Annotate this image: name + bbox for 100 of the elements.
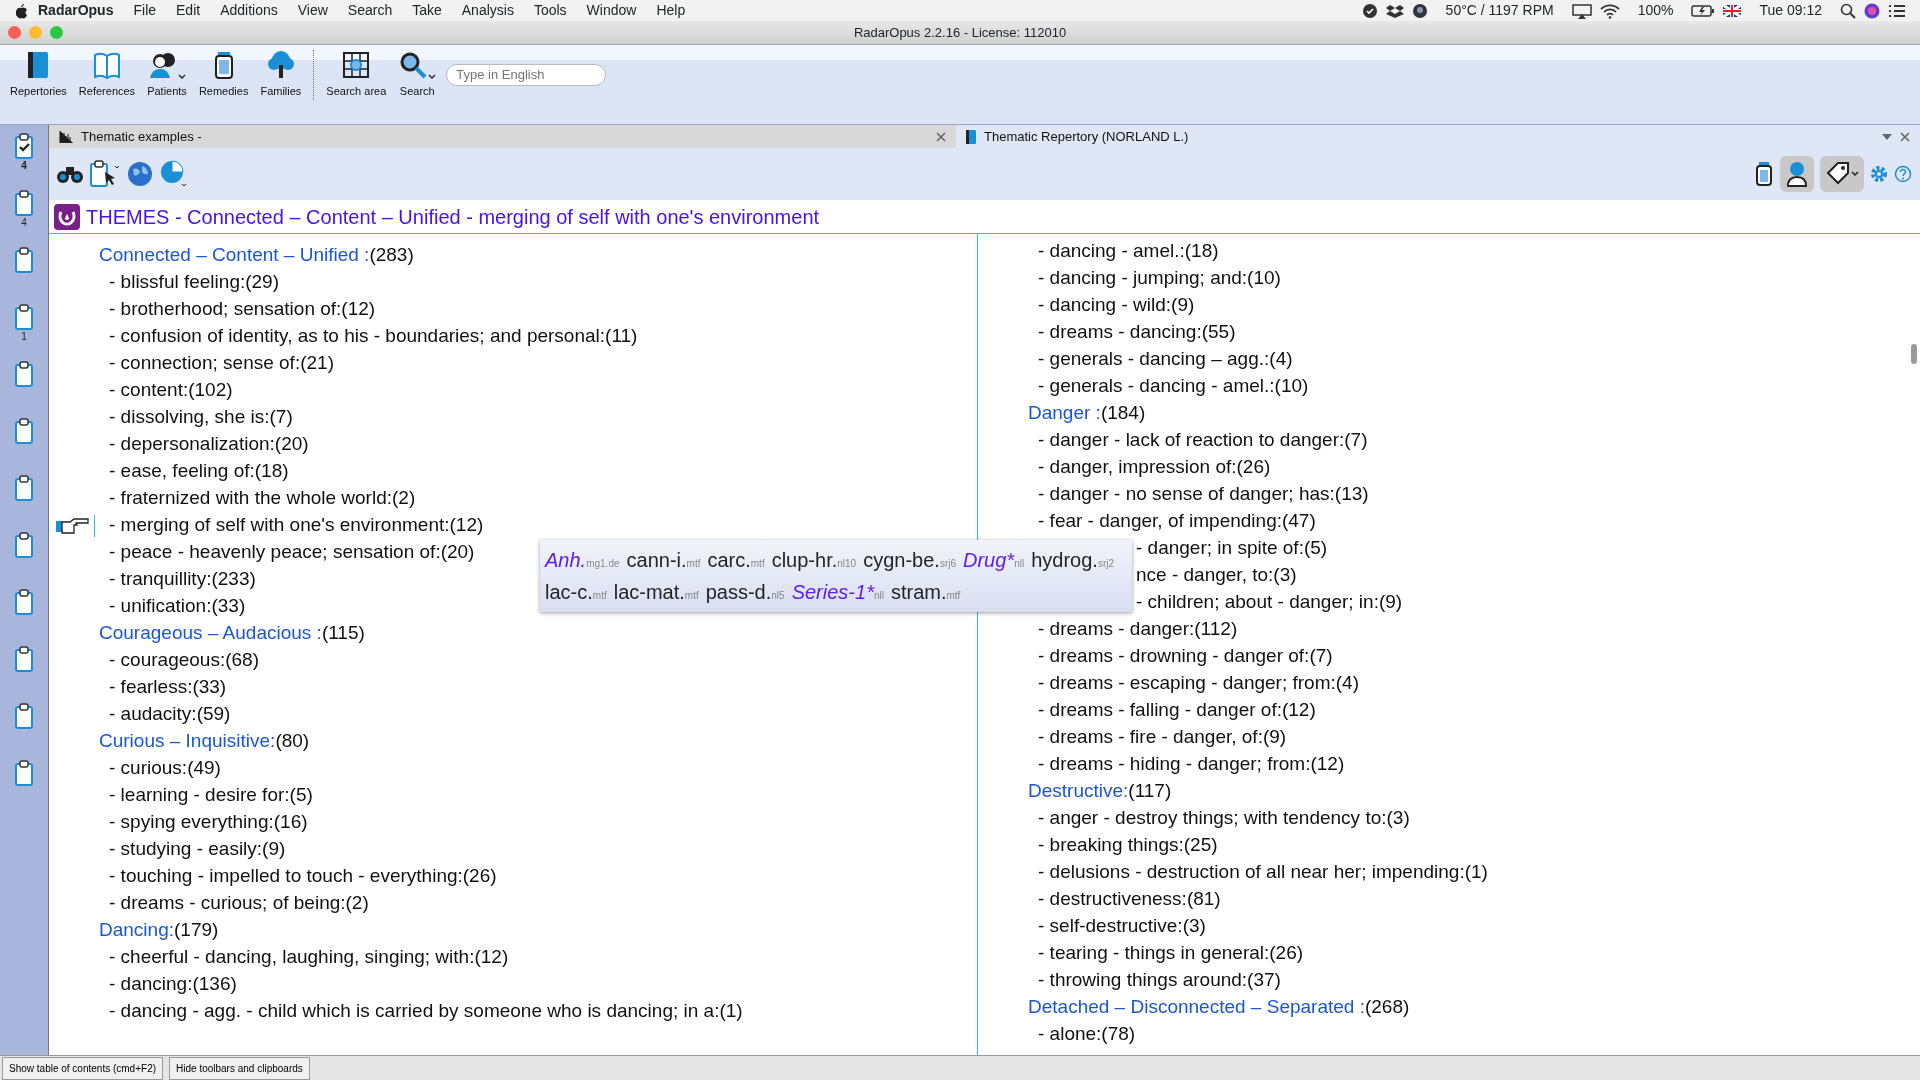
toolbar-button[interactable]: Repertories (4, 45, 73, 104)
menu-item[interactable]: Window (576, 0, 647, 21)
rubric[interactable]: - dreams - danger:(112) (1038, 615, 1238, 644)
remedy-entry[interactable]: cygn-be.srj6 (863, 545, 956, 575)
clipboard-icon[interactable] (14, 532, 34, 559)
rubric[interactable]: - fearless:(33) (109, 673, 227, 702)
rubric[interactable]: - dreams - falling - danger of:(12) (1038, 696, 1316, 725)
menu-item[interactable]: Tools (523, 0, 577, 21)
rubric[interactable]: - learning - desire for:(5) (109, 781, 313, 810)
rubric[interactable]: - dancing - jumping; and:(10) (1038, 264, 1281, 293)
remedy-entry[interactable]: Series-1*nll (791, 577, 884, 607)
caret-icon[interactable] (1882, 133, 1892, 140)
remedy-entry[interactable]: Anh.mg1.de (545, 545, 620, 575)
status-button[interactable]: Hide toolbars and clipboards (169, 1056, 310, 1080)
rubric[interactable]: - spying everything:(16) (109, 808, 308, 837)
rubric[interactable]: - dancing:(136) (109, 970, 237, 999)
rubric[interactable]: - dreams - escaping - danger; from:(4) (1038, 669, 1359, 698)
remedy-entry[interactable]: pass-d.nl5 (705, 577, 785, 607)
clipboard-icon[interactable] (14, 190, 34, 217)
rubric[interactable]: nce - danger, to:(3) (1136, 561, 1297, 590)
app-name[interactable]: RadarOpus (28, 0, 124, 21)
flag-icon[interactable] (1723, 4, 1742, 17)
person-button[interactable] (1780, 156, 1814, 192)
rubric[interactable]: - danger, impression of:(26) (1038, 453, 1271, 482)
rubric[interactable]: - anger - destroy things; with tendency to:(3) (1038, 804, 1410, 833)
clipboard-icon[interactable] (14, 760, 34, 787)
remedy-entry[interactable]: Drug*nll (963, 545, 1025, 575)
rubric[interactable]: - fear - danger, of impending:(47) (1038, 507, 1316, 536)
rubric[interactable]: - confusion of identity, as to his - boundaries; and personal:(11) (109, 322, 638, 351)
rubric[interactable]: - touching - impelled to touch - everything:(26) (109, 862, 497, 891)
rubric[interactable]: - studying - easily:(9) (109, 835, 286, 864)
rubric[interactable]: - destructiveness:(81) (1038, 885, 1221, 914)
rubric[interactable]: - depersonalization:(20) (109, 430, 309, 459)
toolbar-button[interactable]: Families (254, 45, 308, 104)
jar-icon[interactable] (1754, 161, 1774, 187)
rubric[interactable]: - cheerful - dancing, laughing, singing; with:(12) (109, 943, 509, 972)
menu-item[interactable]: Additions (210, 0, 288, 21)
group-heading[interactable]: Destructive:(117) (1028, 777, 1172, 806)
wifi-icon[interactable] (1599, 2, 1620, 19)
toolbar-button[interactable]: Patients (141, 45, 193, 104)
apple-icon[interactable] (14, 2, 28, 19)
rubric[interactable]: - dancing - wild:(9) (1038, 291, 1195, 320)
group-heading[interactable]: Detached – Disconnected – Separated :(268) (1028, 993, 1410, 1022)
rubric[interactable]: - danger - no sense of danger; has:(13) (1038, 480, 1369, 509)
rubric[interactable]: - merging of self with one's environment:(12) (109, 511, 484, 540)
clipboard-cursor-icon[interactable] (89, 160, 121, 188)
remedy-entry[interactable]: carc.mtf (707, 545, 765, 575)
menu-item[interactable]: Help (646, 0, 696, 21)
close-icon[interactable] (1900, 131, 1910, 142)
rubric[interactable]: - connection; sense of:(21) (109, 349, 334, 378)
clipboard-icon[interactable] (14, 361, 34, 388)
tab[interactable]: Thematic examples - (49, 125, 956, 148)
rubric[interactable]: - breaking things:(25) (1038, 831, 1218, 860)
binoculars-icon[interactable] (57, 164, 83, 184)
remedy-entry[interactable]: stram.mtf (890, 577, 961, 607)
rubric[interactable]: - unification:(33) (109, 592, 246, 621)
toolbar-button[interactable]: References (72, 45, 142, 104)
tab[interactable]: Thematic Repertory (NORLAND L.) (956, 125, 1920, 148)
toolbar-button[interactable]: Search area (320, 45, 393, 104)
rubric[interactable]: - curious:(49) (109, 754, 221, 783)
menu-item[interactable]: View (287, 0, 338, 21)
rubric[interactable]: - dreams - drowning - danger of:(7) (1038, 642, 1333, 671)
rubric[interactable]: - dancing - amel.:(18) (1038, 237, 1219, 266)
battery-percent[interactable]: 100% (1627, 0, 1684, 21)
tag-button[interactable] (1820, 156, 1864, 192)
rubric[interactable]: - delusions - destruction of all near her; impending:(1) (1038, 858, 1488, 887)
rubric[interactable]: - fraternized with the whole world:(2) (109, 484, 416, 513)
rubric[interactable]: - generals - dancing – agg.:(4) (1038, 345, 1293, 374)
menu-item[interactable]: Search (337, 0, 403, 21)
clipboard-icon[interactable] (14, 646, 34, 673)
temperature-reading[interactable]: 50°C / 1197 RPM (1435, 0, 1564, 21)
battery-icon[interactable] (1691, 3, 1716, 18)
rubric[interactable]: - danger; in spite of:(5) (1136, 534, 1328, 563)
rubric[interactable]: - generals - dancing - amel.:(10) (1038, 372, 1309, 401)
menu-item[interactable]: Analysis (451, 0, 524, 21)
remedy-entry[interactable]: lac-mat.mtf (613, 577, 699, 607)
clipboard-icon[interactable] (14, 304, 34, 331)
box-icon[interactable] (1385, 2, 1404, 19)
search-icon[interactable] (1840, 2, 1856, 19)
status-button[interactable]: Show table of contents (cmd+F2) (2, 1056, 164, 1080)
clock[interactable]: Tue 09:12 (1749, 0, 1832, 21)
help-icon[interactable] (1894, 165, 1912, 183)
clipboard-icon[interactable] (14, 475, 34, 502)
list-icon[interactable] (1888, 3, 1906, 18)
remedy-entry[interactable]: clup-hr.nl10 (771, 545, 857, 575)
group-heading[interactable]: Curious – Inquisitive:(80) (99, 727, 310, 756)
rubric[interactable]: - brotherhood; sensation of:(12) (109, 295, 376, 324)
rubric[interactable]: - courageous:(68) (109, 646, 259, 675)
menu-item[interactable]: Take (402, 0, 452, 21)
menu-item[interactable]: File (123, 0, 167, 21)
rubric[interactable]: - dreams - curious; of being:(2) (109, 889, 369, 918)
rubric[interactable]: - dreams - dancing:(55) (1038, 318, 1236, 347)
clipboard-icon[interactable] (14, 418, 34, 445)
group-heading[interactable]: Courageous – Audacious :(115) (99, 619, 365, 648)
remedy-entry[interactable]: lac-c.mtf (545, 577, 607, 607)
group-heading[interactable]: Danger :(184) (1028, 399, 1146, 428)
menu-item[interactable]: Edit (166, 0, 211, 21)
toolbar-button[interactable]: Remedies (192, 45, 255, 104)
rubric[interactable]: - tranquillity:(233) (109, 565, 256, 594)
rubric[interactable]: - audacity:(59) (109, 700, 231, 729)
